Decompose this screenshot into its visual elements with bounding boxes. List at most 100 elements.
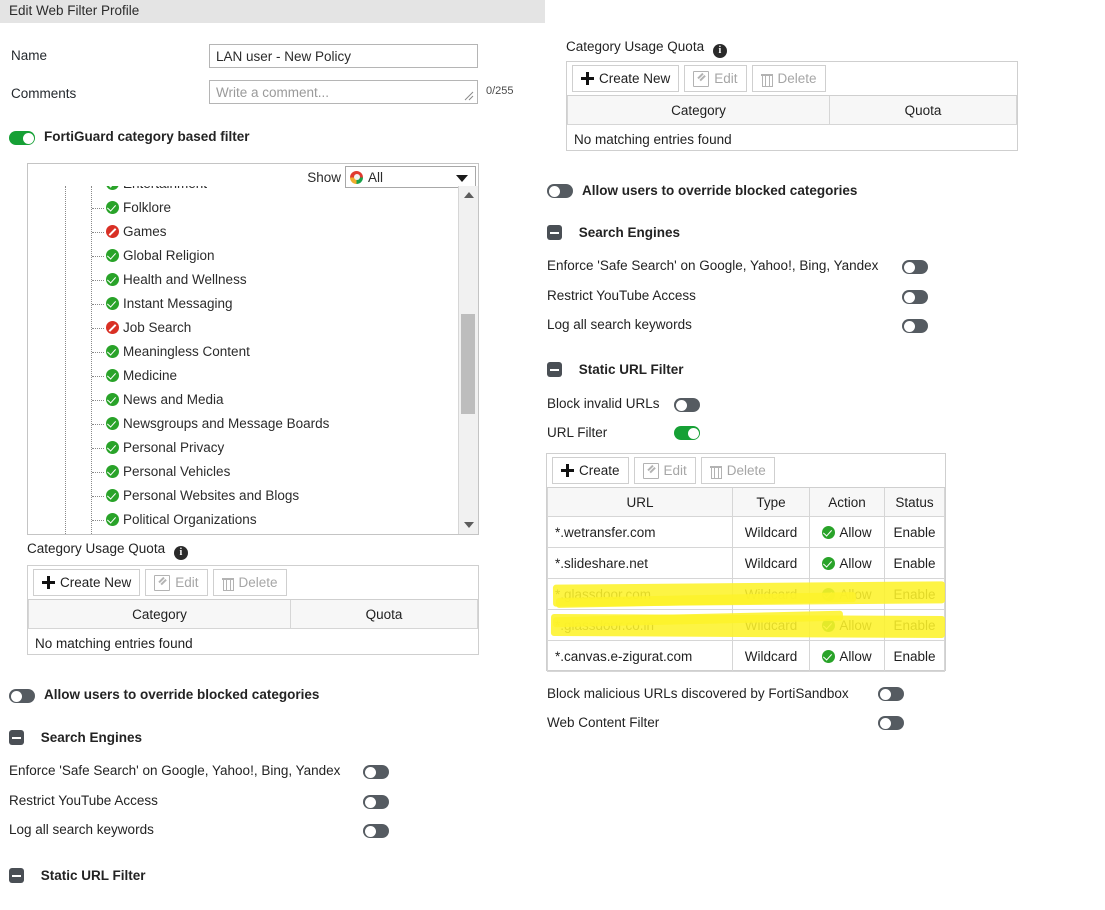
collapse-minus-icon[interactable] xyxy=(547,225,562,240)
web-content-filter-toggle[interactable] xyxy=(878,715,904,730)
column-header-category[interactable]: Category xyxy=(568,96,830,125)
block-icon[interactable] xyxy=(106,225,119,238)
name-input[interactable] xyxy=(209,44,478,68)
quota-left-delete-button[interactable]: Delete xyxy=(213,569,287,596)
restrict-youtube-right-toggle[interactable] xyxy=(902,289,928,304)
scroll-up-arrow-icon[interactable] xyxy=(464,192,474,198)
block-invalid-urls-toggle[interactable] xyxy=(674,397,700,412)
quota-right-edit-button[interactable]: Edit xyxy=(684,65,746,92)
category-tree[interactable]: EntertainmentFolkloreGamesGlobal Religio… xyxy=(28,186,458,534)
url-filter-edit-button[interactable]: Edit xyxy=(634,457,696,484)
category-tree-item[interactable]: Personal Vehicles xyxy=(28,460,458,484)
static-url-filter-right-section-header[interactable]: Static URL Filter xyxy=(547,362,684,377)
table-row[interactable]: *.wetransfer.comWildcardAllowEnable xyxy=(548,517,945,548)
column-header-quota[interactable]: Quota xyxy=(291,600,478,629)
safe-search-left-toggle[interactable] xyxy=(363,764,389,779)
fortiguard-filter-toggle[interactable] xyxy=(9,130,35,145)
toggle-switch[interactable] xyxy=(902,260,928,274)
category-name: Personal Privacy xyxy=(123,440,224,455)
toggle-switch[interactable] xyxy=(878,687,904,701)
show-select[interactable]: All xyxy=(345,166,476,188)
column-header-quota[interactable]: Quota xyxy=(830,96,1017,125)
safe-search-right-toggle[interactable] xyxy=(902,259,928,274)
category-tree-item[interactable]: Meaningless Content xyxy=(28,340,458,364)
toggle-switch[interactable] xyxy=(363,824,389,838)
table-row[interactable]: *.glassdoor.comWildcardAllowEnable xyxy=(548,579,945,610)
quota-right-create-new-button[interactable]: Create New xyxy=(572,65,679,92)
restrict-youtube-left-toggle[interactable] xyxy=(363,794,389,809)
allow-icon[interactable] xyxy=(106,249,119,262)
toggle-switch[interactable] xyxy=(902,290,928,304)
category-tree-item[interactable]: Health and Wellness xyxy=(28,268,458,292)
url-filter-delete-button[interactable]: Delete xyxy=(701,457,775,484)
toggle-switch[interactable] xyxy=(674,398,700,412)
category-tree-item[interactable]: Political Organizations xyxy=(28,508,458,532)
toggle-switch[interactable] xyxy=(902,319,928,333)
category-tree-item[interactable]: Newsgroups and Message Boards xyxy=(28,412,458,436)
column-header-type[interactable]: Type xyxy=(733,488,810,517)
info-icon[interactable]: i xyxy=(174,546,188,560)
url-filter-create-button[interactable]: Create xyxy=(552,457,629,484)
collapse-minus-icon[interactable] xyxy=(547,362,562,377)
toggle-switch[interactable] xyxy=(547,184,573,198)
category-tree-scrollbar[interactable] xyxy=(458,186,478,534)
quota-left-create-new-button[interactable]: Create New xyxy=(33,569,140,596)
allow-icon[interactable] xyxy=(106,393,119,406)
category-tree-item[interactable]: Global Religion xyxy=(28,244,458,268)
table-row[interactable]: *.glassdoor.co.inWildcardAllowEnable xyxy=(548,610,945,641)
url-filter-toggle[interactable] xyxy=(674,425,700,440)
toggle-switch[interactable] xyxy=(878,716,904,730)
category-tree-item[interactable]: Entertainment xyxy=(28,186,458,196)
quota-left-empty-message: No matching entries found xyxy=(28,629,478,658)
allow-icon[interactable] xyxy=(106,369,119,382)
category-tree-item[interactable]: Job Search xyxy=(28,316,458,340)
log-keywords-left-toggle[interactable] xyxy=(363,823,389,838)
collapse-minus-icon[interactable] xyxy=(9,730,24,745)
collapse-minus-icon[interactable] xyxy=(9,868,24,883)
toggle-switch[interactable] xyxy=(363,765,389,779)
scrollbar-thumb[interactable] xyxy=(461,314,475,414)
scroll-down-arrow-icon[interactable] xyxy=(464,522,474,528)
allow-icon[interactable] xyxy=(106,273,119,286)
quota-left-edit-button[interactable]: Edit xyxy=(145,569,207,596)
search-engines-right-section-header[interactable]: Search Engines xyxy=(547,225,680,240)
allow-icon[interactable] xyxy=(106,465,119,478)
column-header-category[interactable]: Category xyxy=(29,600,291,629)
allow-icon[interactable] xyxy=(106,417,119,430)
column-header-status[interactable]: Status xyxy=(885,488,945,517)
quota-left-grid: Create New Edit Delete Category Quota No… xyxy=(27,565,479,655)
comments-input[interactable] xyxy=(209,80,478,104)
category-tree-item[interactable]: Instant Messaging xyxy=(28,292,458,316)
category-tree-item[interactable]: News and Media xyxy=(28,388,458,412)
allow-icon[interactable] xyxy=(106,513,119,526)
chevron-down-icon[interactable] xyxy=(456,175,468,182)
table-row[interactable]: *.slideshare.netWildcardAllowEnable xyxy=(548,548,945,579)
category-tree-item[interactable]: Medicine xyxy=(28,364,458,388)
category-tree-item[interactable]: Games xyxy=(28,220,458,244)
block-icon[interactable] xyxy=(106,321,119,334)
block-malicious-urls-toggle[interactable] xyxy=(878,686,904,701)
log-keywords-right-toggle[interactable] xyxy=(902,318,928,333)
allow-icon[interactable] xyxy=(106,489,119,502)
quota-right-delete-button[interactable]: Delete xyxy=(752,65,826,92)
toggle-switch[interactable] xyxy=(9,689,35,703)
toggle-switch[interactable] xyxy=(9,131,35,145)
override-left-toggle[interactable] xyxy=(9,688,35,703)
category-tree-item[interactable]: Personal Privacy xyxy=(28,436,458,460)
allow-icon[interactable] xyxy=(106,441,119,454)
category-tree-item[interactable]: Personal Websites and Blogs xyxy=(28,484,458,508)
static-url-filter-left-section-header[interactable]: Static URL Filter xyxy=(9,868,146,883)
allow-icon[interactable] xyxy=(106,201,119,214)
category-tree-item[interactable]: Folklore xyxy=(28,196,458,220)
column-header-action[interactable]: Action xyxy=(810,488,885,517)
allow-icon[interactable] xyxy=(106,297,119,310)
toggle-switch[interactable] xyxy=(674,426,700,440)
column-header-url[interactable]: URL xyxy=(548,488,733,517)
info-icon[interactable]: i xyxy=(713,44,727,58)
allow-icon[interactable] xyxy=(106,345,119,358)
override-right-toggle[interactable] xyxy=(547,183,573,198)
table-row[interactable]: *.canvas.e-zigurat.comWildcardAllowEnabl… xyxy=(548,641,945,672)
allow-icon[interactable] xyxy=(106,186,119,190)
toggle-switch[interactable] xyxy=(363,795,389,809)
search-engines-left-section-header[interactable]: Search Engines xyxy=(9,730,142,745)
